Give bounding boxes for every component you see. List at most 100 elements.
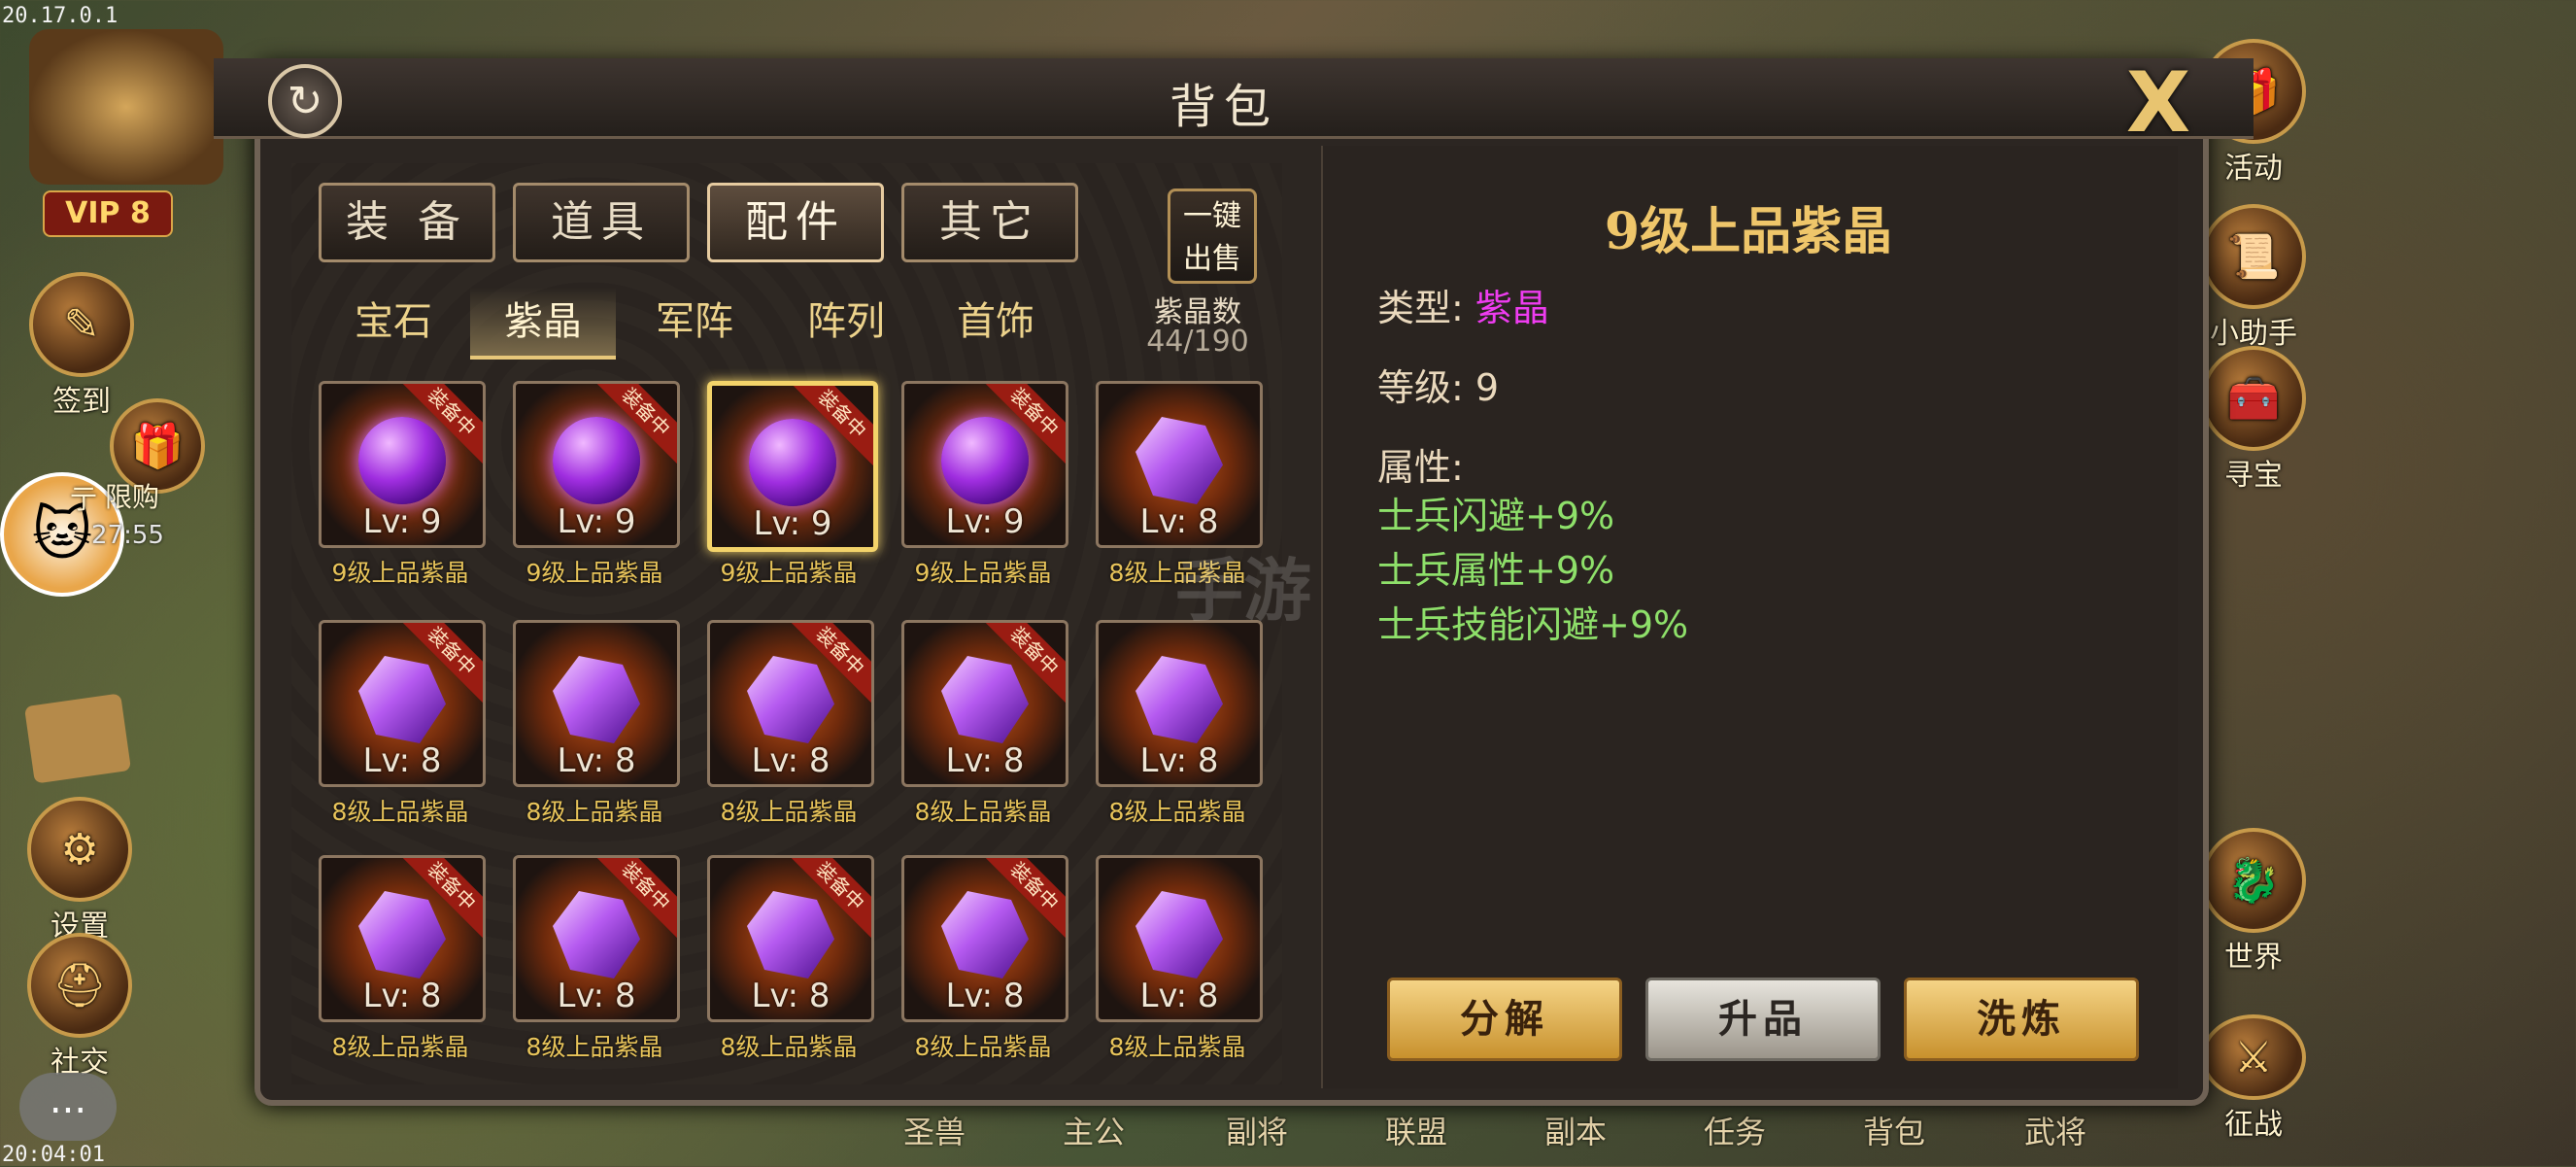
purple-crystal-icon bbox=[1135, 891, 1223, 978]
limited-buy-timer: 27:55 bbox=[91, 521, 164, 550]
inventory-slot[interactable]: 装备中 Lv: 9 bbox=[707, 381, 878, 552]
item-name: 9级上品紫晶 bbox=[914, 559, 1052, 587]
refresh-button[interactable]: ↻ bbox=[268, 64, 342, 138]
item-name: 8级上品紫晶 bbox=[914, 1033, 1052, 1061]
refine-button[interactable]: 洗炼 bbox=[1904, 978, 2139, 1061]
purple-orb-icon bbox=[358, 417, 446, 504]
subtab-gem[interactable]: 宝石 bbox=[321, 288, 466, 356]
nav-deputy[interactable]: 副将 bbox=[1226, 1108, 1288, 1162]
inventory-slot[interactable]: 装备中 Lv: 8 bbox=[901, 855, 1068, 1022]
refresh-icon: ↻ bbox=[287, 76, 323, 126]
limited-buy-label: 限购 bbox=[105, 481, 160, 513]
subtab-formation[interactable]: 军阵 bbox=[622, 288, 767, 356]
item-level: Lv: 9 bbox=[557, 502, 636, 541]
nav-quest[interactable]: 任务 bbox=[1704, 1108, 1766, 1162]
inventory-slot[interactable]: 装备中 Lv: 8 bbox=[319, 855, 486, 1022]
item-level: Lv: 8 bbox=[945, 977, 1025, 1015]
tab-others[interactable]: 其它 bbox=[901, 183, 1078, 262]
quick-sell-line1: 一键 bbox=[1183, 199, 1241, 233]
item-name: 9级上品紫晶 bbox=[720, 559, 858, 587]
purple-orb-icon bbox=[749, 419, 836, 506]
nav-dungeon[interactable]: 副本 bbox=[1544, 1108, 1607, 1162]
item-level: Lv: 8 bbox=[362, 741, 442, 780]
detail-level-value: 9 bbox=[1474, 366, 1500, 409]
partial-menu-label: 亍 bbox=[70, 483, 98, 515]
item-level: Lv: 8 bbox=[362, 977, 442, 1015]
detail-type-value: 紫晶 bbox=[1474, 287, 1549, 329]
nav-bag[interactable]: 背包 bbox=[1863, 1108, 1925, 1162]
detail-attr-label: 属性: bbox=[1377, 446, 1464, 489]
purple-crystal-icon bbox=[941, 891, 1029, 978]
status-time-top: 20.17.0.1 bbox=[2, 4, 119, 28]
gear-icon: ⚙ bbox=[27, 797, 132, 902]
nav-lord[interactable]: 主公 bbox=[1063, 1108, 1125, 1162]
purple-crystal-icon bbox=[941, 656, 1029, 743]
inventory-slot[interactable]: Lv: 8 bbox=[1096, 381, 1263, 548]
social-button[interactable]: ⛑ 社交 bbox=[12, 933, 148, 1081]
item-name: 8级上品紫晶 bbox=[525, 798, 663, 826]
helmet-icon: ⛑ bbox=[27, 933, 132, 1038]
battle-icon: ⚔ bbox=[2201, 1014, 2306, 1100]
inventory-slot[interactable]: Lv: 8 bbox=[513, 620, 680, 787]
mail-icon[interactable] bbox=[23, 693, 132, 784]
chest-icon: 🧰 bbox=[2201, 346, 2306, 451]
item-name: 8级上品紫晶 bbox=[914, 798, 1052, 826]
purple-crystal-icon bbox=[358, 656, 446, 743]
inventory-slot[interactable]: 装备中 Lv: 8 bbox=[901, 620, 1068, 787]
item-name: 8级上品紫晶 bbox=[720, 798, 858, 826]
campaign-label: 征战 bbox=[2224, 1108, 2283, 1142]
purple-orb-icon bbox=[553, 417, 640, 504]
item-name: 9级上品紫晶 bbox=[331, 559, 469, 587]
item-name: 8级上品紫晶 bbox=[525, 1033, 663, 1061]
player-avatar[interactable] bbox=[29, 29, 223, 185]
item-level: Lv: 9 bbox=[362, 502, 442, 541]
chat-bubble-icon[interactable]: ... bbox=[19, 1073, 117, 1141]
inventory-slot[interactable]: Lv: 8 bbox=[1096, 855, 1263, 1022]
purple-orb-icon bbox=[941, 417, 1029, 504]
tab-equipment[interactable]: 装 备 bbox=[319, 183, 495, 262]
nav-generals[interactable]: 武将 bbox=[2024, 1108, 2086, 1162]
item-level: Lv: 8 bbox=[751, 977, 830, 1015]
detail-type-row: 类型: 紫晶 bbox=[1377, 278, 1549, 331]
inventory-slot[interactable]: 装备中 Lv: 9 bbox=[513, 381, 680, 548]
detail-attr-1: 士兵闪避+9% bbox=[1377, 495, 1615, 537]
item-name: 8级上品紫晶 bbox=[1108, 798, 1246, 826]
settings-button[interactable]: ⚙ 设置 bbox=[12, 797, 148, 944]
purple-crystal-icon bbox=[1135, 656, 1223, 743]
inventory-slot[interactable]: 装备中 Lv: 9 bbox=[901, 381, 1068, 548]
upgrade-button[interactable]: 升品 bbox=[1645, 978, 1881, 1061]
detail-level-row: 等级: 9 bbox=[1377, 358, 1499, 411]
close-button[interactable]: X bbox=[2119, 61, 2197, 145]
inventory-slot[interactable]: 装备中 Lv: 9 bbox=[319, 381, 486, 548]
inventory-slot[interactable]: 装备中 Lv: 8 bbox=[707, 855, 874, 1022]
item-level: Lv: 8 bbox=[557, 741, 636, 780]
tab-accessories[interactable]: 配件 bbox=[707, 183, 884, 262]
purple-crystal-icon bbox=[358, 891, 446, 978]
item-name: 8级上品紫晶 bbox=[1108, 1033, 1246, 1061]
quick-sell-button[interactable]: 一键 出售 bbox=[1168, 189, 1257, 284]
tab-items[interactable]: 道具 bbox=[513, 183, 690, 262]
purple-crystal-icon bbox=[747, 891, 834, 978]
inventory-slot[interactable]: 装备中 Lv: 8 bbox=[319, 620, 486, 787]
item-level: Lv: 8 bbox=[1139, 502, 1219, 541]
item-level: Lv: 9 bbox=[945, 502, 1025, 541]
detail-type-label: 类型: bbox=[1377, 287, 1464, 329]
watermark: 手游 bbox=[1175, 551, 1311, 631]
inventory-slot[interactable]: Lv: 8 bbox=[1096, 620, 1263, 787]
inventory-slot[interactable]: 装备中 Lv: 8 bbox=[707, 620, 874, 787]
sign-in-icon: ✎ bbox=[29, 272, 134, 377]
nav-alliance[interactable]: 联盟 bbox=[1385, 1108, 1447, 1162]
quick-sell-line2: 出售 bbox=[1183, 242, 1241, 276]
nav-beast[interactable]: 圣兽 bbox=[903, 1108, 966, 1162]
inventory-slot[interactable]: 装备中 Lv: 8 bbox=[513, 855, 680, 1022]
decompose-button[interactable]: 分解 bbox=[1387, 978, 1622, 1061]
item-level: Lv: 8 bbox=[751, 741, 830, 780]
subtab-jewelry[interactable]: 首饰 bbox=[923, 288, 1068, 356]
detail-attr-3: 士兵技能闪避+9% bbox=[1377, 603, 1689, 646]
subtab-array[interactable]: 阵列 bbox=[773, 288, 919, 356]
purple-crystal-icon bbox=[553, 656, 640, 743]
item-level: Lv: 8 bbox=[1139, 741, 1219, 780]
item-level: Lv: 8 bbox=[557, 977, 636, 1015]
vip-badge[interactable]: VIP 8 bbox=[43, 190, 173, 237]
subtab-amethyst[interactable]: 紫晶 bbox=[470, 288, 616, 360]
